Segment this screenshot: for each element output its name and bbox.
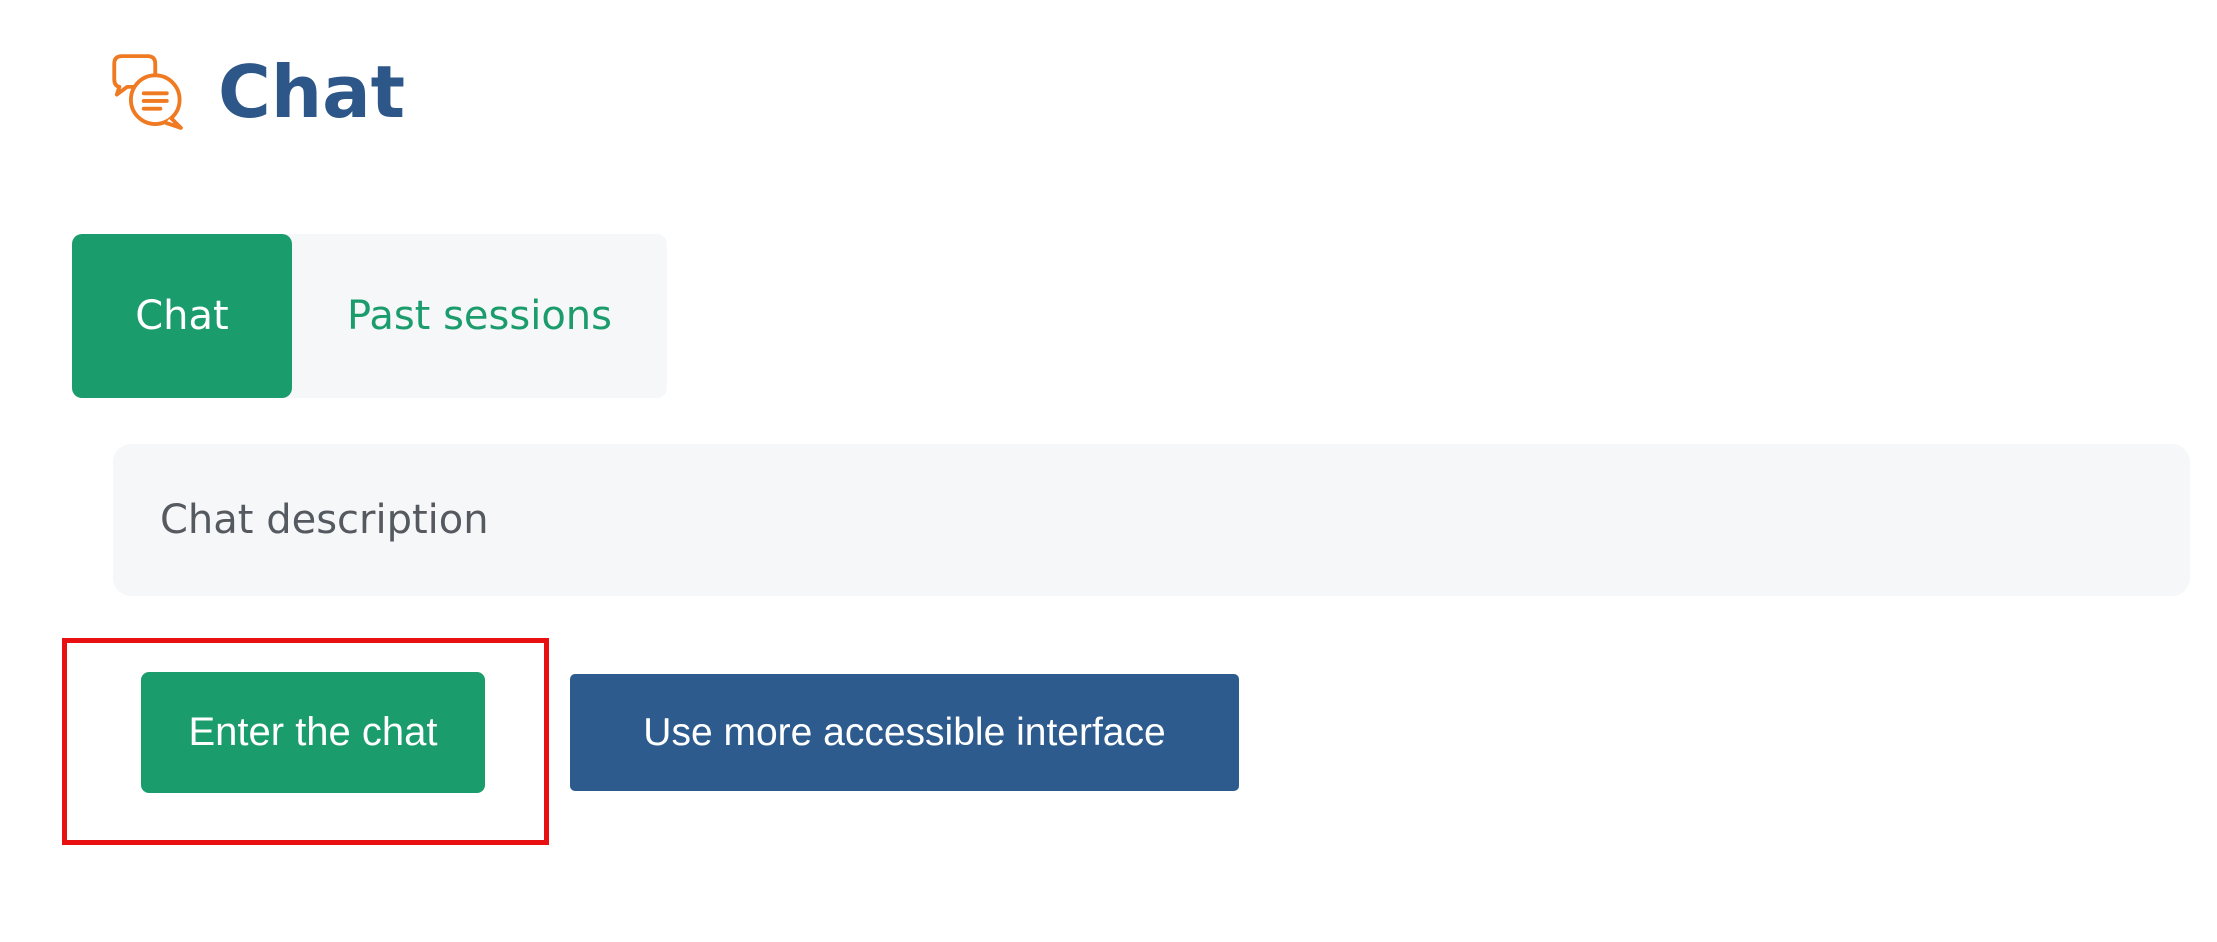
tab-chat[interactable]: Chat [72,234,292,398]
chat-description-panel: Chat description [113,444,2190,596]
page-header: Chat [104,42,405,142]
tab-bar: Chat Past sessions [72,234,667,398]
chat-description-text: Chat description [160,497,489,543]
accessible-interface-button[interactable]: Use more accessible interface [570,674,1239,791]
page-title: Chat [218,50,406,134]
enter-chat-button[interactable]: Enter the chat [141,672,485,793]
tab-past-sessions[interactable]: Past sessions [292,234,667,398]
chat-bubbles-icon [112,54,183,130]
